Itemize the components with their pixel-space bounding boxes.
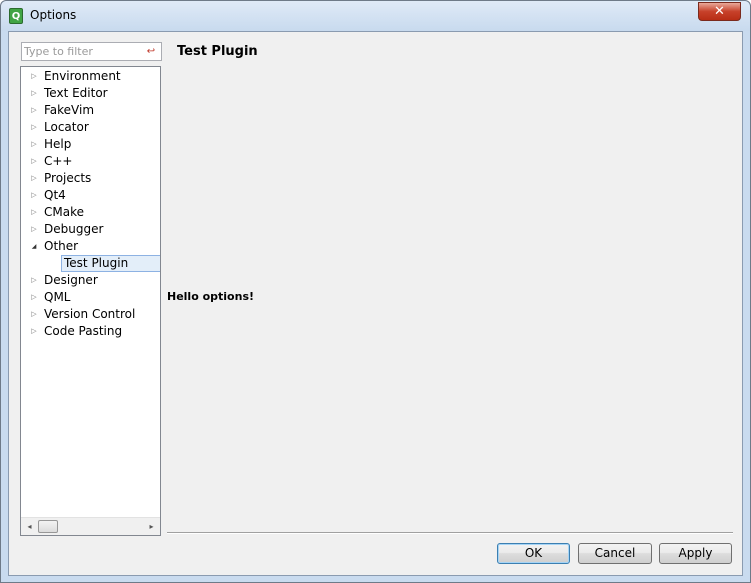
tree-item-cmake[interactable]: ▷ CMake [21, 204, 160, 221]
expand-arrow-icon[interactable]: ▷ [29, 119, 39, 136]
tree-item-code-pasting[interactable]: ▷ Code Pasting [21, 323, 160, 340]
page-title: Test Plugin [177, 44, 258, 59]
tree-item-label: Qt4 [44, 188, 66, 202]
tree-item-test-plugin[interactable]: Test Plugin [61, 255, 160, 272]
tree-item-cpp[interactable]: ▷ C++ [21, 153, 160, 170]
options-window: Q Options ✕ ↩ ▷ Environment ▷ Text Edito… [0, 0, 751, 583]
tree-item-help[interactable]: ▷ Help [21, 136, 160, 153]
expand-arrow-icon[interactable]: ▷ [29, 323, 39, 340]
tree-item-designer[interactable]: ▷ Designer [21, 272, 160, 289]
expand-arrow-icon[interactable]: ▷ [29, 289, 39, 306]
clear-filter-icon[interactable]: ↩ [145, 45, 157, 58]
expand-arrow-icon[interactable]: ▷ [29, 153, 39, 170]
tree-item-other[interactable]: ◢ Other [21, 238, 160, 255]
tree-item-locator[interactable]: ▷ Locator [21, 119, 160, 136]
scrollbar-thumb[interactable] [38, 520, 58, 533]
horizontal-scrollbar[interactable]: ◂ ▸ [21, 517, 160, 535]
category-tree[interactable]: ▷ Environment ▷ Text Editor ▷ FakeVim ▷ … [20, 66, 161, 536]
page-body-text: Hello options! [167, 290, 255, 303]
button-separator [167, 532, 733, 534]
qt-creator-app-icon: Q [9, 8, 23, 24]
tree-item-environment[interactable]: ▷ Environment [21, 68, 160, 85]
expand-arrow-icon[interactable]: ▷ [29, 187, 39, 204]
tree-item-label: Version Control [44, 307, 136, 321]
tree-item-label: Other [44, 239, 79, 253]
tree-item-qml[interactable]: ▷ QML [21, 289, 160, 306]
tree-item-label: C++ [44, 154, 73, 168]
window-title: Options [30, 8, 77, 22]
tree-item-fakevim[interactable]: ▷ FakeVim [21, 102, 160, 119]
tree-item-label: Text Editor [44, 86, 108, 100]
close-icon: ✕ [714, 4, 725, 19]
tree-item-debugger[interactable]: ▷ Debugger [21, 221, 160, 238]
tree-item-label: QML [44, 290, 71, 304]
tree-item-label: Locator [44, 120, 89, 134]
apply-button[interactable]: Apply [659, 543, 732, 564]
title-bar[interactable]: Q Options ✕ [1, 1, 750, 31]
expand-arrow-icon[interactable]: ▷ [29, 204, 39, 221]
expand-arrow-icon[interactable]: ▷ [29, 136, 39, 153]
expand-arrow-icon[interactable]: ▷ [29, 272, 39, 289]
dialog-client-area: ↩ ▷ Environment ▷ Text Editor ▷ FakeVim … [8, 31, 743, 576]
expand-arrow-icon[interactable]: ▷ [29, 85, 39, 102]
tree-item-label: Test Plugin [64, 256, 129, 270]
scroll-left-icon[interactable]: ◂ [21, 518, 38, 535]
expand-arrow-icon[interactable]: ▷ [29, 102, 39, 119]
expand-arrow-icon[interactable]: ▷ [29, 68, 39, 85]
ok-button[interactable]: OK [497, 543, 570, 564]
tree-item-text-editor[interactable]: ▷ Text Editor [21, 85, 160, 102]
filter-input[interactable] [24, 44, 142, 59]
filter-box: ↩ [21, 42, 162, 61]
tree-item-qt4[interactable]: ▷ Qt4 [21, 187, 160, 204]
expand-arrow-icon[interactable]: ▷ [29, 170, 39, 187]
cancel-button[interactable]: Cancel [578, 543, 652, 564]
tree-item-label: Debugger [44, 222, 104, 236]
expand-arrow-icon[interactable]: ▷ [29, 306, 39, 323]
tree-item-label: Environment [44, 69, 121, 83]
tree-item-label: Projects [44, 171, 92, 185]
tree-item-label: FakeVim [44, 103, 95, 117]
scroll-right-icon[interactable]: ▸ [143, 518, 160, 535]
close-button[interactable]: ✕ [698, 2, 741, 21]
tree-item-label: CMake [44, 205, 84, 219]
collapse-arrow-icon[interactable]: ◢ [29, 238, 39, 255]
tree-item-label: Designer [44, 273, 98, 287]
tree-item-projects[interactable]: ▷ Projects [21, 170, 160, 187]
expand-arrow-icon[interactable]: ▷ [29, 221, 39, 238]
tree-item-version-control[interactable]: ▷ Version Control [21, 306, 160, 323]
tree-item-label: Code Pasting [44, 324, 123, 338]
tree-item-label: Help [44, 137, 72, 151]
